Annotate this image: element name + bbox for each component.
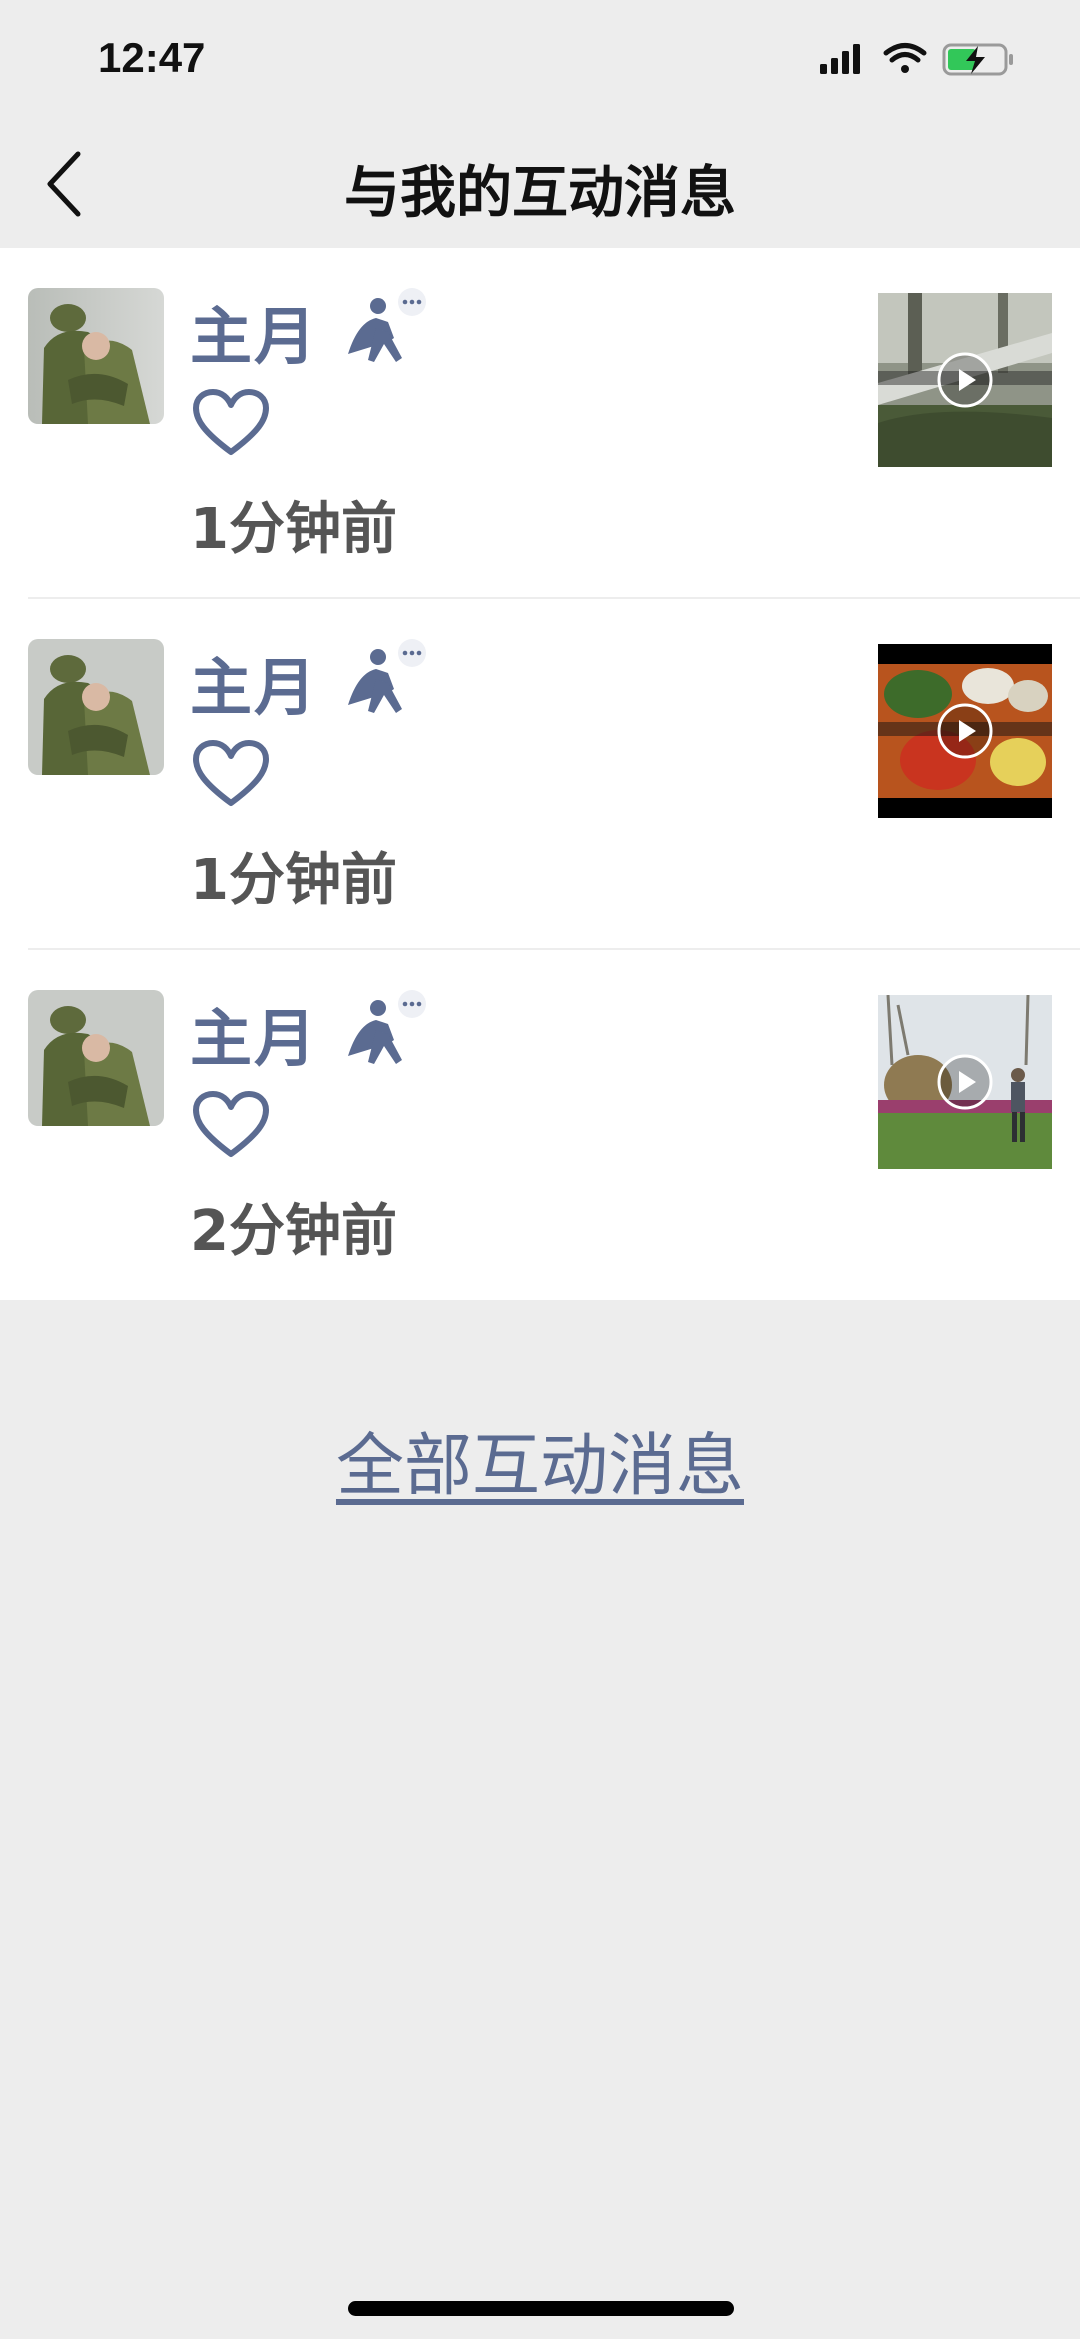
avatar[interactable] xyxy=(28,639,164,775)
flying-hero-badge-icon xyxy=(348,288,426,362)
heart-icon xyxy=(193,740,269,806)
home-indicator[interactable] xyxy=(348,2301,734,2316)
wifi-icon xyxy=(883,43,927,73)
play-icon xyxy=(937,1054,993,1110)
heart-icon xyxy=(193,389,269,455)
status-time: 12:47 xyxy=(98,34,206,81)
video-thumbnail[interactable] xyxy=(878,293,1052,467)
flying-hero-badge-icon xyxy=(348,990,426,1064)
video-thumbnail[interactable] xyxy=(878,644,1052,818)
cellular-signal-icon xyxy=(820,44,860,74)
play-icon xyxy=(937,703,993,759)
avatar[interactable] xyxy=(28,990,164,1126)
message-item[interactable]: 主月 1分钟前 xyxy=(0,599,1080,950)
avatar[interactable] xyxy=(28,288,164,424)
all-messages-link[interactable]: 全部互动消息 xyxy=(0,1410,1080,1509)
user-name[interactable]: 主月 xyxy=(190,286,318,376)
play-icon xyxy=(937,352,993,408)
message-time: 2分钟前 xyxy=(190,1199,397,1264)
battery-charging-icon xyxy=(942,43,1013,76)
status-bar: 12:47 xyxy=(0,0,1080,120)
message-time: 1分钟前 xyxy=(190,497,397,562)
navigation-bar: 与我的互动消息 xyxy=(0,120,1080,248)
message-item[interactable]: 主月 1分钟前 xyxy=(0,248,1080,599)
message-item[interactable]: 主月 2分钟前 xyxy=(0,950,1080,1301)
status-icons xyxy=(820,40,1020,80)
interaction-message-list: 主月 1分钟前 主月 1分钟前 主月 2分钟前 xyxy=(0,248,1080,1300)
user-name[interactable]: 主月 xyxy=(190,988,318,1078)
video-thumbnail[interactable] xyxy=(878,995,1052,1169)
heart-icon xyxy=(193,1091,269,1157)
page-title: 与我的互动消息 xyxy=(344,161,736,226)
user-name[interactable]: 主月 xyxy=(190,637,318,727)
message-time: 1分钟前 xyxy=(190,848,397,913)
flying-hero-badge-icon xyxy=(348,639,426,713)
